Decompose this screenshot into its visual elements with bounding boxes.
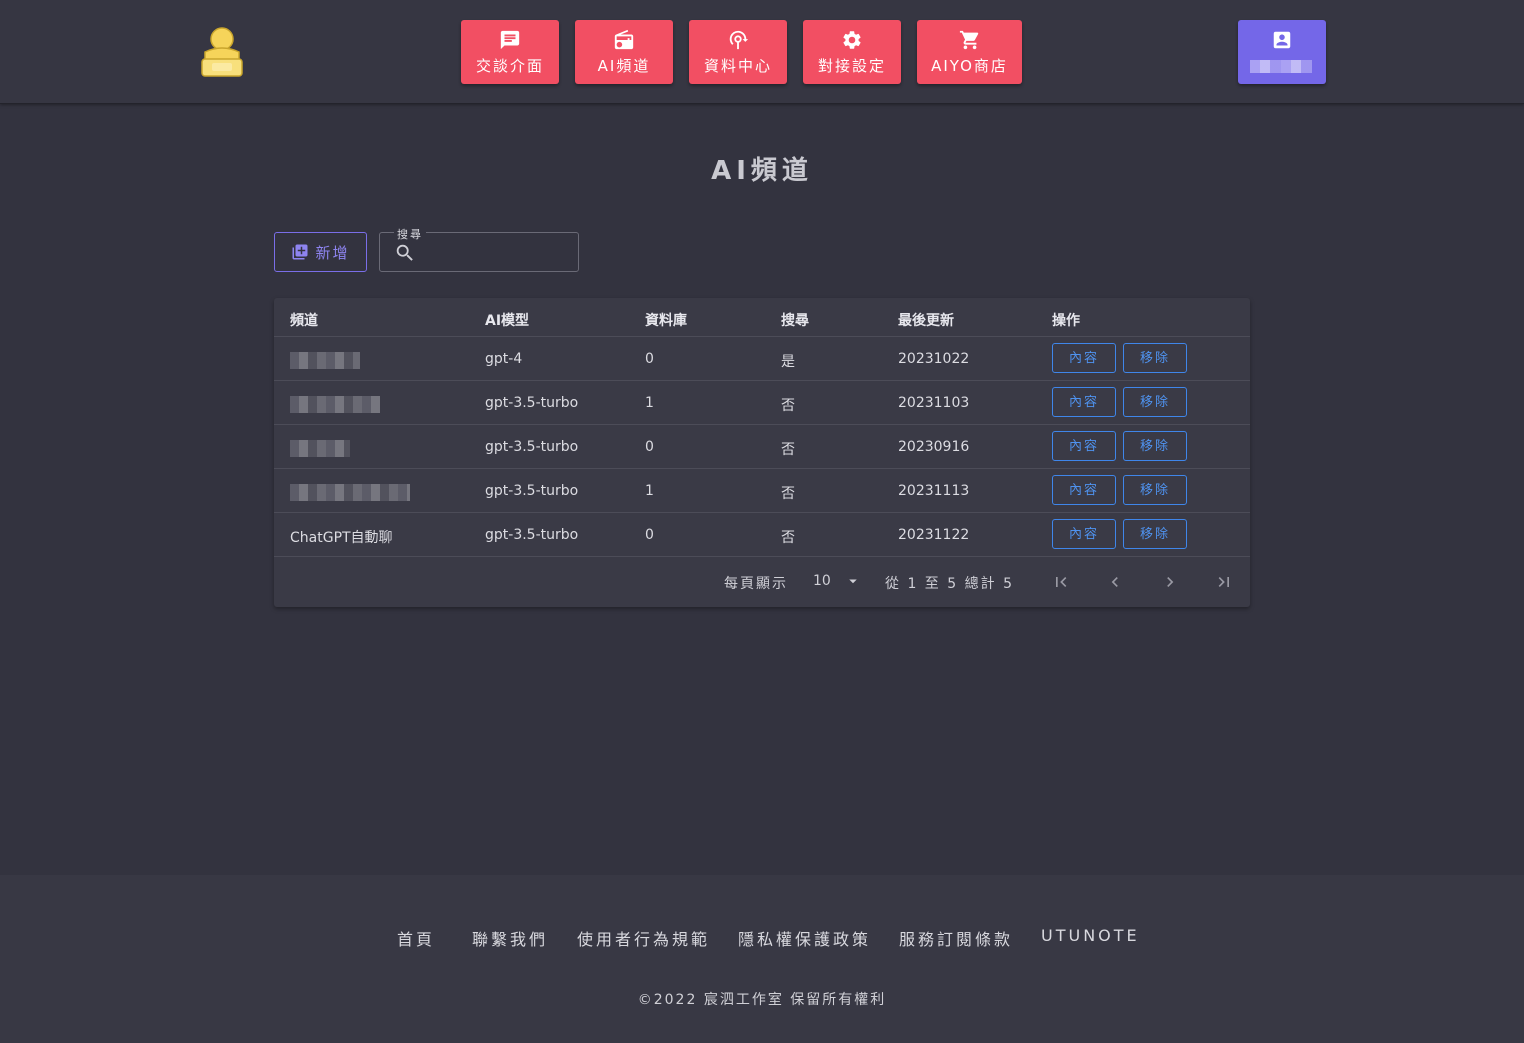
remove-button[interactable]: 移除	[1123, 519, 1187, 549]
footer: 首頁 聯繫我們 使用者行為規範 隱私權保護政策 服務訂閱條款 UTUNOTE ©…	[0, 875, 1524, 1043]
cell-updated: 20231122	[898, 527, 970, 543]
nav-chat-button[interactable]: 交談介面	[461, 20, 559, 84]
content-button[interactable]: 內容	[1052, 475, 1116, 505]
dropdown-arrow-icon	[849, 579, 857, 584]
cell-database: 0	[645, 527, 654, 543]
footer-link-privacy[interactable]: 隱私權保護政策	[738, 926, 871, 950]
pagination: 每頁顯示 10 從 1 至 5 總計 5	[274, 556, 1250, 607]
gear-icon	[843, 31, 861, 49]
remove-button[interactable]: 移除	[1123, 343, 1187, 373]
footer-link-home[interactable]: 首頁	[397, 926, 435, 950]
nav-store-button[interactable]: AIYO商店	[917, 20, 1022, 84]
page-title: AI頻道	[711, 156, 813, 186]
channel-name-redacted	[290, 440, 350, 457]
nav-settings-button[interactable]: 對接設定	[803, 20, 901, 84]
table-row: gpt-3.5-turbo 0 否 20230916 內容 移除	[274, 424, 1250, 468]
last-page-icon[interactable]	[1214, 572, 1234, 592]
cell-database: 1	[645, 395, 654, 411]
header-last-updated: 最後更新	[898, 313, 954, 329]
cell-search: 否	[781, 442, 795, 458]
rows-per-page-select[interactable]: 10	[810, 567, 864, 597]
table-row: gpt-4 0 是 20231022 內容 移除	[274, 336, 1250, 380]
content-button[interactable]: 內容	[1052, 431, 1116, 461]
cell-search: 否	[781, 530, 795, 546]
search-field[interactable]: 搜尋	[379, 226, 579, 272]
nav-ai-channel-label: AI頻道	[597, 57, 651, 75]
chat-icon	[500, 30, 520, 50]
content-button[interactable]: 內容	[1052, 387, 1116, 417]
cell-search: 否	[781, 398, 795, 414]
footer-link-code-of-conduct[interactable]: 使用者行為規範	[577, 926, 710, 950]
cell-model: gpt-3.5-turbo	[485, 483, 579, 499]
remove-button[interactable]: 移除	[1123, 387, 1187, 417]
header-database: 資料庫	[645, 313, 687, 329]
cell-updated: 20231113	[898, 483, 970, 499]
data-center-icon	[729, 30, 749, 50]
cell-updated: 20230916	[898, 439, 970, 455]
cell-model: gpt-3.5-turbo	[485, 395, 579, 411]
account-box-icon	[1273, 31, 1291, 49]
first-page-icon[interactable]	[1051, 572, 1071, 592]
footer-link-utunote[interactable]: UTUNOTE	[1041, 926, 1140, 945]
add-channel-button[interactable]: 新增	[274, 232, 367, 272]
robot-logo-icon[interactable]	[199, 26, 245, 78]
search-label: 搜尋	[394, 226, 426, 242]
nav-settings-label: 對接設定	[817, 57, 886, 75]
header-actions: 操作	[1052, 313, 1080, 329]
content-button[interactable]: 內容	[1052, 519, 1116, 549]
copyright-text: ©2022 宸泗工作室 保留所有權利	[637, 992, 887, 1008]
table-row: gpt-3.5-turbo 1 否 20231113 內容 移除	[274, 468, 1250, 512]
cell-model: gpt-3.5-turbo	[485, 527, 579, 543]
cell-database: 0	[645, 351, 654, 367]
nav-chat-label: 交談介面	[475, 57, 544, 75]
top-header: 交談介面 AI頻道 資料中心 對接設定 AIYO商店	[0, 0, 1524, 104]
nav-data-center-label: 資料中心	[703, 57, 772, 75]
remove-button[interactable]: 移除	[1123, 475, 1187, 505]
cart-icon	[959, 30, 978, 50]
cell-model: gpt-3.5-turbo	[485, 439, 579, 455]
channel-name-redacted	[290, 352, 360, 369]
rows-per-page-label: 每頁顯示	[724, 576, 788, 592]
cell-channel: ChatGPT自動聊	[290, 530, 393, 546]
next-page-icon[interactable]	[1160, 572, 1180, 592]
cell-model: gpt-4	[485, 351, 523, 367]
cell-database: 1	[645, 483, 654, 499]
cell-updated: 20231103	[898, 395, 970, 411]
channel-name-redacted	[290, 396, 380, 413]
header-ai-model: AI模型	[485, 313, 530, 329]
nav-data-center-button[interactable]: 資料中心	[689, 20, 787, 84]
table-row: ChatGPT自動聊 gpt-3.5-turbo 0 否 20231122 內容…	[274, 512, 1250, 556]
table-row: gpt-3.5-turbo 1 否 20231103 內容 移除	[274, 380, 1250, 424]
cell-search: 否	[781, 486, 795, 502]
cell-database: 0	[645, 439, 654, 455]
cell-search: 是	[781, 354, 795, 370]
nav-store-label: AIYO商店	[931, 57, 1008, 75]
page-range-text: 從 1 至 5 總計 5	[885, 576, 1014, 592]
radio-icon	[614, 29, 634, 50]
footer-link-terms[interactable]: 服務訂閱條款	[899, 926, 1013, 950]
header-search: 搜尋	[781, 313, 809, 329]
footer-link-contact[interactable]: 聯繫我們	[472, 926, 548, 950]
cell-updated: 20231022	[898, 351, 970, 367]
channel-name-redacted	[290, 484, 410, 501]
search-input[interactable]	[424, 239, 569, 265]
header-channel: 頻道	[290, 313, 318, 329]
rows-per-page-value: 10	[813, 573, 831, 589]
add-channel-label: 新增	[315, 244, 350, 262]
add-box-icon	[292, 244, 308, 260]
nav-ai-channel-button[interactable]: AI頻道	[575, 20, 673, 84]
user-profile-button[interactable]	[1238, 20, 1326, 84]
search-icon	[396, 244, 413, 261]
user-name-redacted	[1250, 60, 1312, 73]
content-button[interactable]: 內容	[1052, 343, 1116, 373]
remove-button[interactable]: 移除	[1123, 431, 1187, 461]
channel-table: 頻道 AI模型 資料庫 搜尋 最後更新 操作 gpt-4 0 是 2023102…	[274, 298, 1250, 607]
previous-page-icon[interactable]	[1105, 572, 1125, 592]
